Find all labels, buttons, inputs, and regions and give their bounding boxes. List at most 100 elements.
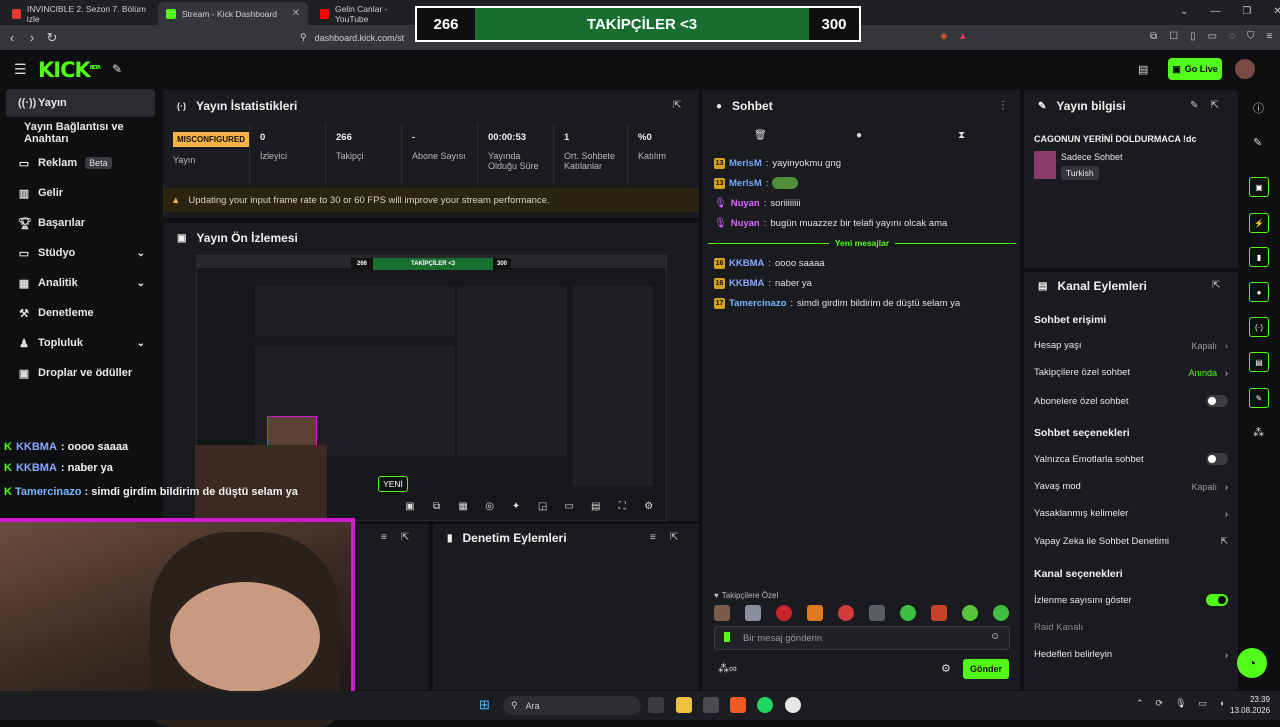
sidebar-item-topluluk[interactable]: ♟ Topluluk ⌄ <box>6 329 155 357</box>
sidebar-item-basarilar[interactable]: 🏆︎ Başarılar <box>6 209 155 237</box>
sidebar-item-analitik[interactable]: ▦ Analitik ⌄ <box>6 269 155 297</box>
crop-icon[interactable]: ⧉ <box>423 501 450 512</box>
back-icon[interactable]: ‹ <box>2 30 22 45</box>
emote-icon[interactable] <box>869 605 885 621</box>
sparkle-icon[interactable]: ✦ <box>503 501 530 512</box>
chat-username[interactable]: Tamercinazo <box>729 298 786 309</box>
vpn-icon[interactable]: ◌ <box>1229 31 1235 42</box>
new-messages-divider[interactable]: Yeni mesajlar <box>708 236 1016 250</box>
chat-username[interactable]: Nuyan <box>731 218 760 229</box>
forward-icon[interactable]: › <box>22 30 42 45</box>
brave-shield-icon[interactable]: ◈ <box>940 31 948 42</box>
task-view-icon[interactable] <box>648 697 664 713</box>
brave-rewards-icon[interactable]: ▲ <box>958 31 968 42</box>
popout-icon[interactable]: ⇱ <box>1210 100 1218 111</box>
maximize-icon[interactable]: ❐ <box>1242 6 1251 17</box>
speed-icon[interactable]: ◎ <box>476 501 503 512</box>
network-icon[interactable]: ▭ <box>1199 698 1208 709</box>
info-icon[interactable]: ⓘ <box>1253 100 1264 116</box>
chat-username[interactable]: MerlsM <box>729 158 762 169</box>
mic-icon[interactable]: 🎙︎ <box>1175 698 1186 709</box>
camera-icon[interactable]: ▣ <box>397 501 424 512</box>
go-live-button[interactable]: ▣ Go Live <box>1168 58 1222 80</box>
shield-icon[interactable]: ⛉ <box>1247 31 1255 42</box>
chat-message[interactable]: 13 MerlsM: yayinyokmu gng <box>714 156 841 170</box>
chat-message-input[interactable]: Bir mesaj gönderin <box>714 626 1010 650</box>
emote-icon[interactable] <box>931 605 947 621</box>
theater-icon[interactable]: ▭ <box>556 501 583 512</box>
clip-icon[interactable]: ▦ <box>450 501 477 512</box>
reload-icon[interactable]: ↻ <box>42 30 62 46</box>
apps-icon[interactable]: ⁂ <box>1253 426 1264 439</box>
sidebar-item-stream-key[interactable]: Yayın Bağlantısı ve Anahtarı <box>6 119 166 147</box>
store-icon[interactable] <box>703 697 719 713</box>
windows-start-icon[interactable]: ⊞ <box>479 697 490 713</box>
rail-chat-icon[interactable]: ● <box>1249 282 1269 302</box>
rail-note-icon[interactable]: ▮ <box>1249 247 1269 267</box>
edit-icon[interactable]: ✎ <box>1190 100 1198 111</box>
chat-settings-icon[interactable]: ⚙ <box>941 662 951 675</box>
sidebar-item-gelir[interactable]: ▥ Gelir <box>6 179 155 207</box>
subscribers-only-toggle[interactable] <box>1206 395 1228 407</box>
hourglass-icon[interactable]: ⧗ <box>958 130 965 141</box>
spotify-icon[interactable] <box>757 697 773 713</box>
filter-icon[interactable]: ≡ <box>650 532 656 543</box>
account-age-row[interactable]: Hesap yaşı Kapalı › <box>1034 340 1228 351</box>
chat-username[interactable]: KKBMA <box>729 278 764 289</box>
pip-icon[interactable]: ◲ <box>529 501 556 512</box>
sidebar-item-droplar[interactable]: ▣ Droplar ve ödüller <box>6 359 155 387</box>
settings-icon[interactable]: ⚙ <box>636 501 663 512</box>
sidebar-item-studyo[interactable]: ▭ Stüdyo ⌄ <box>6 239 155 267</box>
filter-icon[interactable]: ≡ <box>381 532 387 543</box>
sidebar-item-denetleme[interactable]: ⚒ Denetleme <box>6 299 155 327</box>
ai-moderation-row[interactable]: Yapay Zeka ile Sohbet Denetimi ⇱ <box>1034 536 1228 547</box>
rail-clip-icon[interactable]: ▣ <box>1249 177 1269 197</box>
browser-tab-invincible[interactable]: INVINCIBLE 2. Sezon 7. Bölüm izle <box>4 2 154 25</box>
rail-broadcast-icon[interactable]: (·) <box>1249 317 1269 337</box>
chat-message[interactable]: 16 KKBMA: oooo saaaa <box>714 256 825 270</box>
browser-tab-youtube[interactable]: Gelin Canlar - YouTube <box>312 2 422 25</box>
edit-icon[interactable]: ✎ <box>1253 136 1262 149</box>
trash-icon[interactable]: 🗑︎ <box>754 130 767 141</box>
emoji-icon[interactable]: ☺ <box>990 631 1000 642</box>
slow-mode-row[interactable]: Yavaş mod Kapalı › <box>1034 481 1228 492</box>
emote-icon[interactable] <box>807 605 823 621</box>
more-options-icon[interactable]: ⋮ <box>998 100 1008 111</box>
fullscreen-icon[interactable]: ⛶ <box>609 501 636 512</box>
emote-icon[interactable] <box>776 605 792 621</box>
send-button[interactable]: Gönder <box>963 659 1009 679</box>
close-icon[interactable]: ✕ <box>1273 6 1280 17</box>
chat-message[interactable]: 🎙︎ Nuyan: soriiiiiiii <box>714 196 800 210</box>
emote-icon[interactable] <box>714 605 730 621</box>
chevron-down-icon[interactable]: ⌄ <box>1180 6 1188 17</box>
wallet-icon[interactable]: ▭ <box>1208 31 1217 42</box>
chat-extras-icon[interactable]: ⁂∞ <box>718 662 737 675</box>
chat-message[interactable]: 13 MerlsM: <box>714 176 799 190</box>
show-viewcount-toggle[interactable] <box>1206 594 1228 606</box>
taskbar-clock[interactable]: 23:39 13.08.2026 <box>1230 694 1270 716</box>
category-name[interactable]: Sadece Sohbet <box>1061 152 1123 162</box>
rail-list-icon[interactable]: ▤ <box>1249 352 1269 372</box>
emote-icon[interactable] <box>900 605 916 621</box>
site-info-icon[interactable]: ⚲ <box>300 32 307 43</box>
emote-icon[interactable] <box>745 605 761 621</box>
sidebar-item-yayin[interactable]: ((·)) Yayın <box>6 89 155 117</box>
emote-only-toggle[interactable] <box>1206 453 1228 465</box>
followers-only-row[interactable]: Takipçilere özel sohbet Anında › <box>1034 367 1228 378</box>
user-avatar[interactable] <box>1235 59 1255 79</box>
hamburger-menu-icon[interactable]: ☰ <box>14 61 27 78</box>
chat-message[interactable]: 16 KKBMA: naber ya <box>714 276 812 290</box>
set-goals-row[interactable]: Hedefleri belirleyin › <box>1034 649 1228 660</box>
brave-browser-icon[interactable] <box>730 697 746 713</box>
url-field[interactable]: ⚲ dashboard.kick.com/st <box>300 28 410 47</box>
file-explorer-icon[interactable] <box>676 697 692 713</box>
browser-tab-kick-dashboard[interactable]: Stream - Kick Dashboard ✕ <box>158 2 308 25</box>
minimize-icon[interactable]: — <box>1210 6 1220 17</box>
emote-icon[interactable] <box>838 605 854 621</box>
rail-bolt-icon[interactable]: ⚡ <box>1249 213 1269 233</box>
popout-icon[interactable]: ⇱ <box>1212 280 1220 291</box>
chat-username[interactable]: MerlsM <box>729 178 762 189</box>
bookmark-icon[interactable]: ☐ <box>1169 31 1178 42</box>
sidebar-item-reklam[interactable]: ▭ Reklam Beta <box>6 149 155 177</box>
banned-words-row[interactable]: Yasaklanmış kelimeler › <box>1034 508 1228 519</box>
